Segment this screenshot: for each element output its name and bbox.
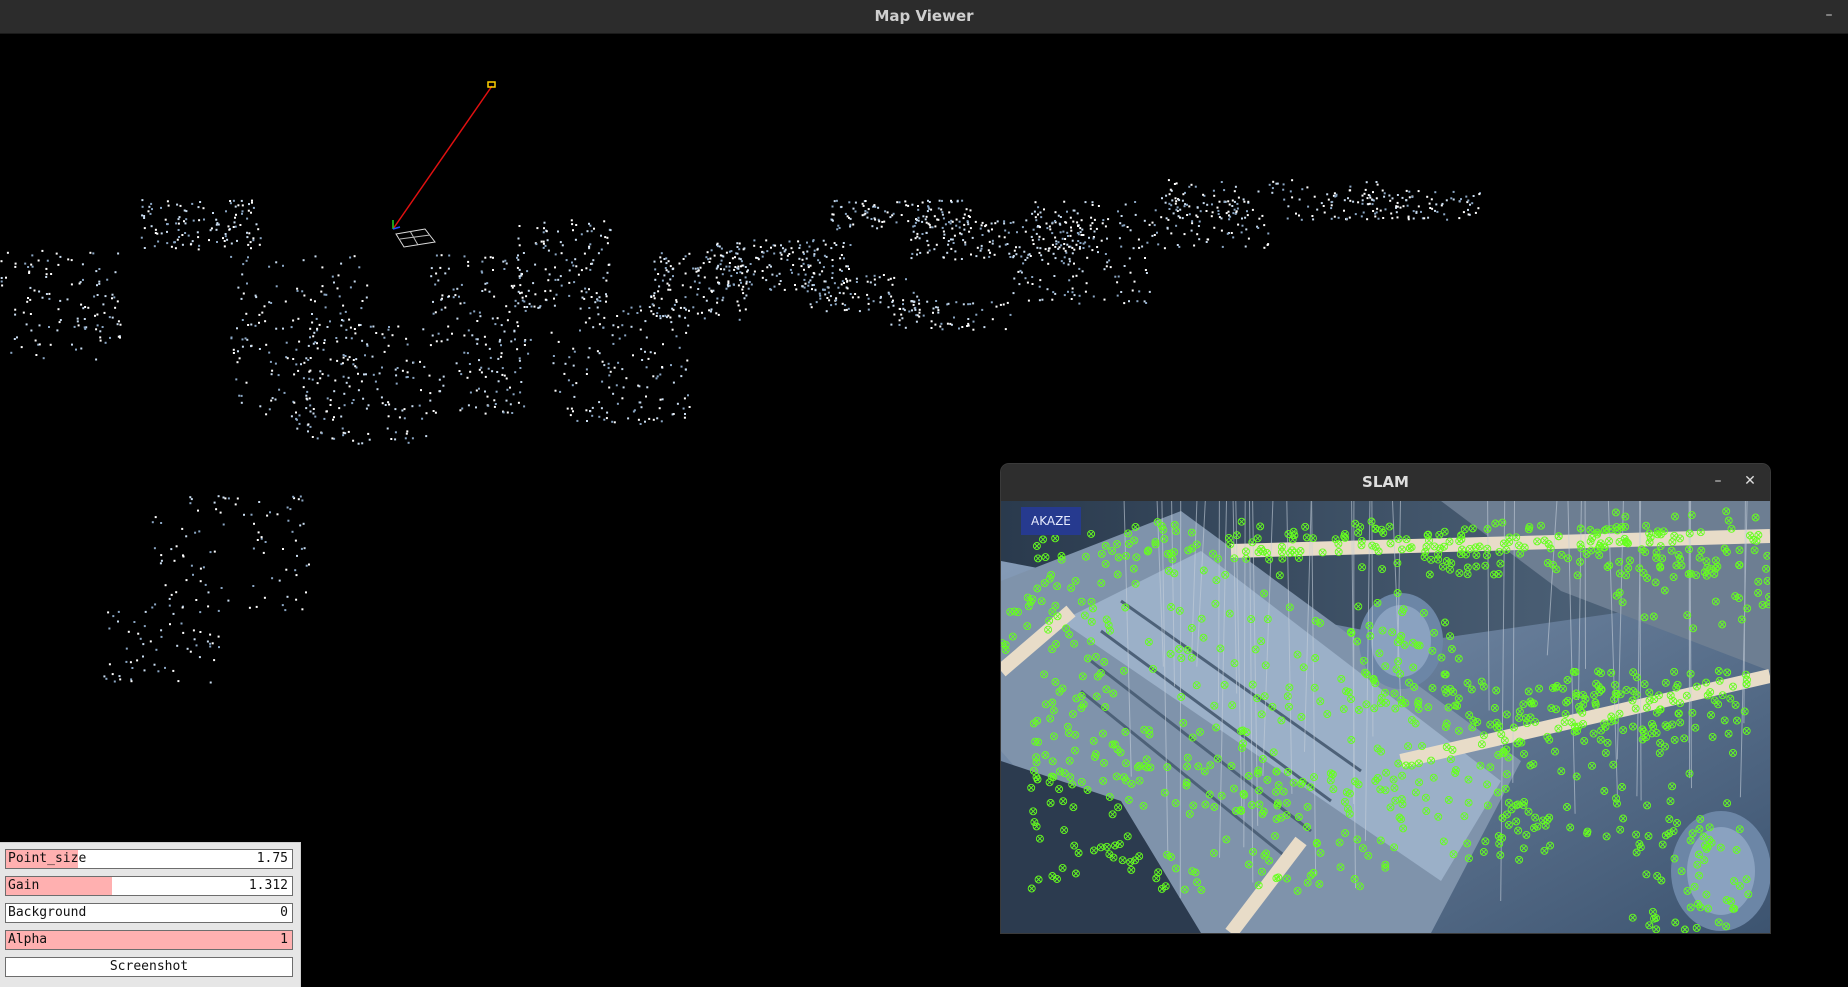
slider-label: Background — [8, 904, 86, 922]
slider-fill — [6, 931, 292, 949]
screenshot-button[interactable]: Screenshot — [5, 957, 293, 977]
detector-badge: AKAZE — [1021, 507, 1081, 535]
minimize-icon[interactable]: – — [1816, 0, 1842, 33]
camera-frame: AKAZE — [1001, 501, 1770, 933]
window-title: Map Viewer — [0, 0, 1848, 33]
slider-label: Gain — [8, 877, 39, 895]
alpha-slider[interactable]: Alpha 1 — [5, 930, 293, 950]
slider-value: 1.75 — [257, 850, 288, 868]
close-icon[interactable]: ✕ — [1738, 470, 1762, 494]
slider-value: 0 — [280, 904, 288, 922]
main-titlebar: Map Viewer – — [0, 0, 1848, 34]
slam-window-title: SLAM — [1001, 464, 1770, 501]
point-size-slider[interactable]: Point_size 1.75 — [5, 849, 293, 869]
control-panel: Point_size 1.75 Gain 1.312 Background 0 … — [0, 842, 301, 987]
slider-value: 1.312 — [249, 877, 288, 895]
slider-value: 1 — [280, 931, 288, 949]
background-slider[interactable]: Background 0 — [5, 903, 293, 923]
camera-frustum-icon — [393, 82, 495, 247]
slam-window[interactable]: SLAM – ✕ — [1001, 464, 1770, 933]
camera-trajectory — [393, 86, 492, 229]
bridge-image — [1001, 501, 1770, 933]
minimize-icon[interactable]: – — [1706, 470, 1730, 494]
gain-slider[interactable]: Gain 1.312 — [5, 876, 293, 896]
slider-label: Alpha — [8, 931, 47, 949]
slider-label: Point_size — [8, 850, 86, 868]
